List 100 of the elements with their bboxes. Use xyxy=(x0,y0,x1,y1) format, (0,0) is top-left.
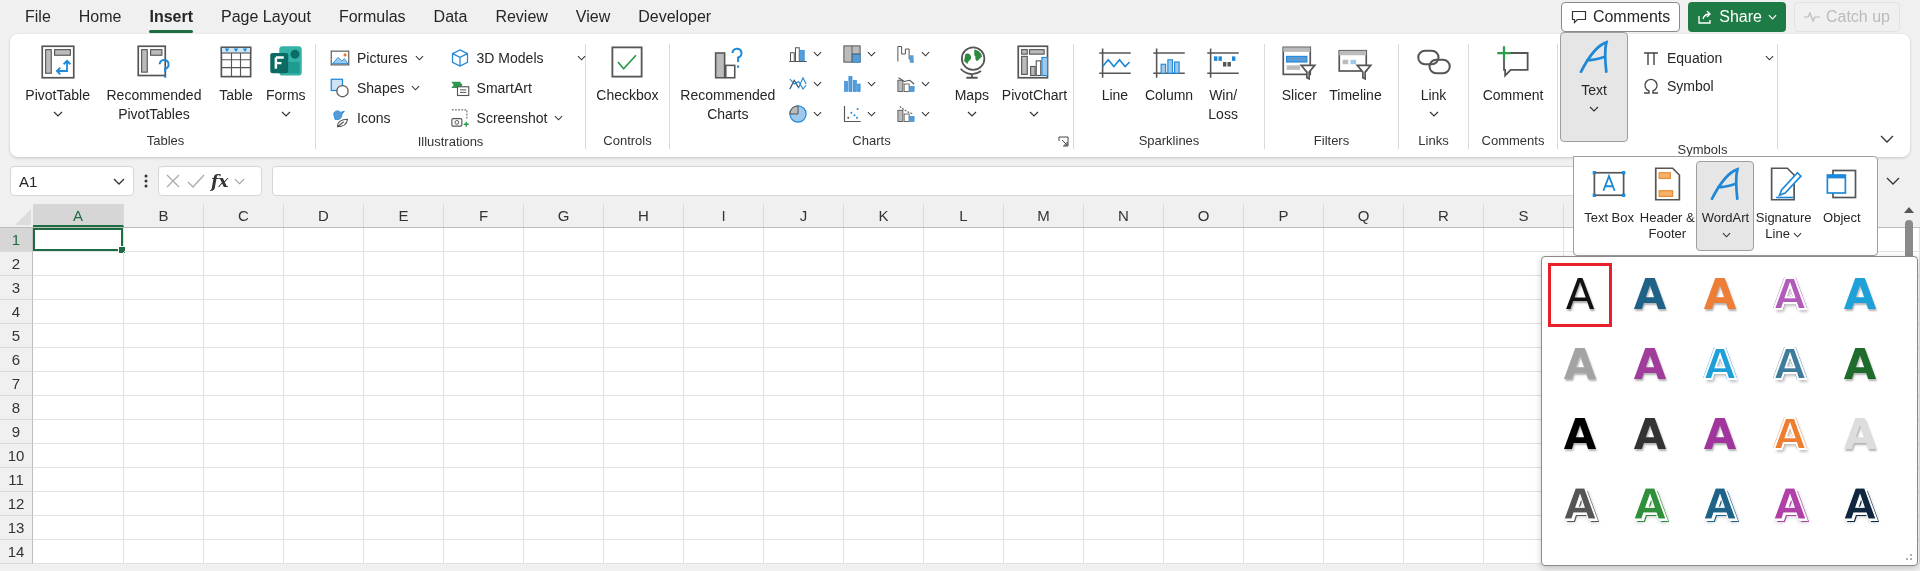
row-header[interactable]: 4 xyxy=(0,300,33,324)
row-header[interactable]: 14 xyxy=(0,540,33,564)
comments-button[interactable]: Comments xyxy=(1560,2,1681,32)
menu-tab[interactable]: Formulas xyxy=(329,3,415,31)
more-icon[interactable] xyxy=(144,173,148,189)
dialog-launcher-icon[interactable] xyxy=(1058,136,1069,147)
menu-tab[interactable]: Review xyxy=(486,3,557,31)
ribbon-button[interactable]: Line xyxy=(1092,38,1137,107)
cancel-icon[interactable] xyxy=(165,173,181,189)
check-icon[interactable] xyxy=(187,173,205,189)
wordart-style[interactable]: A xyxy=(1618,403,1682,467)
wordart-style[interactable]: A xyxy=(1618,473,1682,537)
column-letter-header[interactable]: N xyxy=(1084,204,1164,227)
ribbon-button[interactable]: Checkbox xyxy=(592,38,663,107)
column-letter-header[interactable]: P xyxy=(1244,204,1324,227)
ribbon-button[interactable]: Forms xyxy=(261,38,310,119)
wordart-style[interactable]: A xyxy=(1688,473,1752,537)
column-letter-header[interactable]: S xyxy=(1484,204,1564,227)
ribbon-button[interactable]: Recommended Charts xyxy=(671,38,784,126)
column-letter-header[interactable]: Q xyxy=(1324,204,1404,227)
wordart-style[interactable]: A xyxy=(1828,473,1892,537)
omega-icon xyxy=(1642,77,1660,95)
column-letter-header[interactable]: D xyxy=(284,204,364,227)
menu-tab[interactable]: Developer xyxy=(629,3,721,31)
column-letter-header[interactable]: C xyxy=(204,204,284,227)
wordart-style[interactable]: A xyxy=(1618,333,1682,397)
wordart-style[interactable]: A xyxy=(1548,403,1612,467)
ribbon-button[interactable]: Recommended PivotTables xyxy=(97,38,210,126)
row-header[interactable]: 12 xyxy=(0,492,33,516)
row-header[interactable]: 11 xyxy=(0,468,33,492)
active-cell[interactable] xyxy=(33,228,124,252)
column-letter-header[interactable]: O xyxy=(1164,204,1244,227)
ribbon-button[interactable]: Comment xyxy=(1478,38,1548,107)
chevron-icon[interactable] xyxy=(1886,177,1900,185)
menu-tab[interactable]: Data xyxy=(424,3,477,31)
fill-handle[interactable] xyxy=(118,246,126,254)
column-letter-header[interactable]: M xyxy=(1004,204,1084,227)
column-letter-header[interactable]: F xyxy=(444,204,524,227)
menu-item[interactable]: Header & Footer xyxy=(1638,161,1697,251)
scroll-up-icon[interactable] xyxy=(1903,206,1915,214)
column-letter-header[interactable]: B xyxy=(124,204,204,227)
ribbon-button[interactable]: Pictures xyxy=(328,44,426,72)
menu-item[interactable]: Object xyxy=(1812,161,1871,251)
menu-tab[interactable]: View xyxy=(566,3,620,31)
ribbon-button[interactable]: PivotChart xyxy=(997,38,1072,119)
menu-item[interactable]: Text Box xyxy=(1580,161,1639,251)
menu-tab[interactable]: File xyxy=(16,3,60,31)
row-header[interactable]: 13 xyxy=(0,516,33,540)
chevron-icon xyxy=(812,51,822,57)
row-header[interactable]: 7 xyxy=(0,372,33,396)
ribbon-button[interactable]: Shapes xyxy=(328,74,426,102)
column-letter-header[interactable]: R xyxy=(1404,204,1484,227)
menu-tab[interactable]: Home xyxy=(69,3,131,31)
ribbon-button[interactable]: Maps xyxy=(949,38,994,119)
collapse-ribbon-icon[interactable] xyxy=(1880,135,1894,143)
text-button[interactable]: Text xyxy=(1560,32,1628,142)
ribbon-button[interactable]: Screenshot xyxy=(447,104,588,132)
column-letter-header[interactable]: J xyxy=(764,204,844,227)
ribbon-button[interactable]: Table xyxy=(213,38,258,107)
wordart-style[interactable]: A xyxy=(1688,403,1752,467)
row-header[interactable]: 5 xyxy=(0,324,33,348)
ribbon-button[interactable]: Link xyxy=(1411,38,1456,119)
ribbon-button[interactable]: Equation xyxy=(1640,44,1776,72)
column-letter-header[interactable]: K xyxy=(844,204,924,227)
row-header[interactable]: 2 xyxy=(0,252,33,276)
wordart-style[interactable]: A xyxy=(1618,263,1682,327)
ribbon-button[interactable]: Timeline xyxy=(1325,38,1386,107)
row-header[interactable]: 6 xyxy=(0,348,33,372)
row-header[interactable]: 10 xyxy=(0,444,33,468)
ribbon-button[interactable]: 3D Models xyxy=(447,44,588,72)
checkbox-icon xyxy=(609,44,646,80)
column-letter-header[interactable]: G xyxy=(524,204,604,227)
ribbon-button[interactable]: Slicer xyxy=(1277,38,1322,107)
resize-grip-icon[interactable] xyxy=(1905,553,1913,561)
insert-function-button[interactable]: fx xyxy=(211,171,229,191)
column-letter-header[interactable]: A xyxy=(33,204,124,227)
name-box[interactable]: A1 xyxy=(10,166,134,196)
column-letter-header[interactable]: I xyxy=(684,204,764,227)
row-header[interactable]: 9 xyxy=(0,420,33,444)
column-letter-header[interactable]: H xyxy=(604,204,684,227)
ribbon-button[interactable]: Column xyxy=(1140,38,1198,107)
column-letter-header[interactable]: L xyxy=(924,204,1004,227)
wordart-style[interactable]: A xyxy=(1548,263,1612,327)
menu-item[interactable]: WordArt xyxy=(1696,161,1755,251)
wordart-style[interactable]: A xyxy=(1828,333,1892,397)
row-header[interactable]: 1 xyxy=(0,228,33,252)
row-header[interactable]: 8 xyxy=(0,396,33,420)
ribbon-button[interactable]: Icons xyxy=(328,104,426,132)
wordart-style[interactable]: A xyxy=(1548,473,1612,537)
wordart-style[interactable]: A xyxy=(1758,473,1822,537)
ribbon-button[interactable]: Win/Loss xyxy=(1201,38,1246,126)
ribbon-button[interactable]: SmartArt xyxy=(447,74,588,102)
share-button[interactable]: Share xyxy=(1688,2,1786,32)
row-header[interactable]: 3 xyxy=(0,276,33,300)
menu-item[interactable]: Signature Line xyxy=(1754,161,1813,251)
menu-tab[interactable]: Insert xyxy=(140,3,203,31)
column-letter-header[interactable]: E xyxy=(364,204,444,227)
ribbon-button[interactable]: Symbol xyxy=(1640,72,1776,100)
ribbon-button[interactable]: PivotTable xyxy=(21,38,94,119)
menu-tab[interactable]: Page Layout xyxy=(212,3,320,31)
